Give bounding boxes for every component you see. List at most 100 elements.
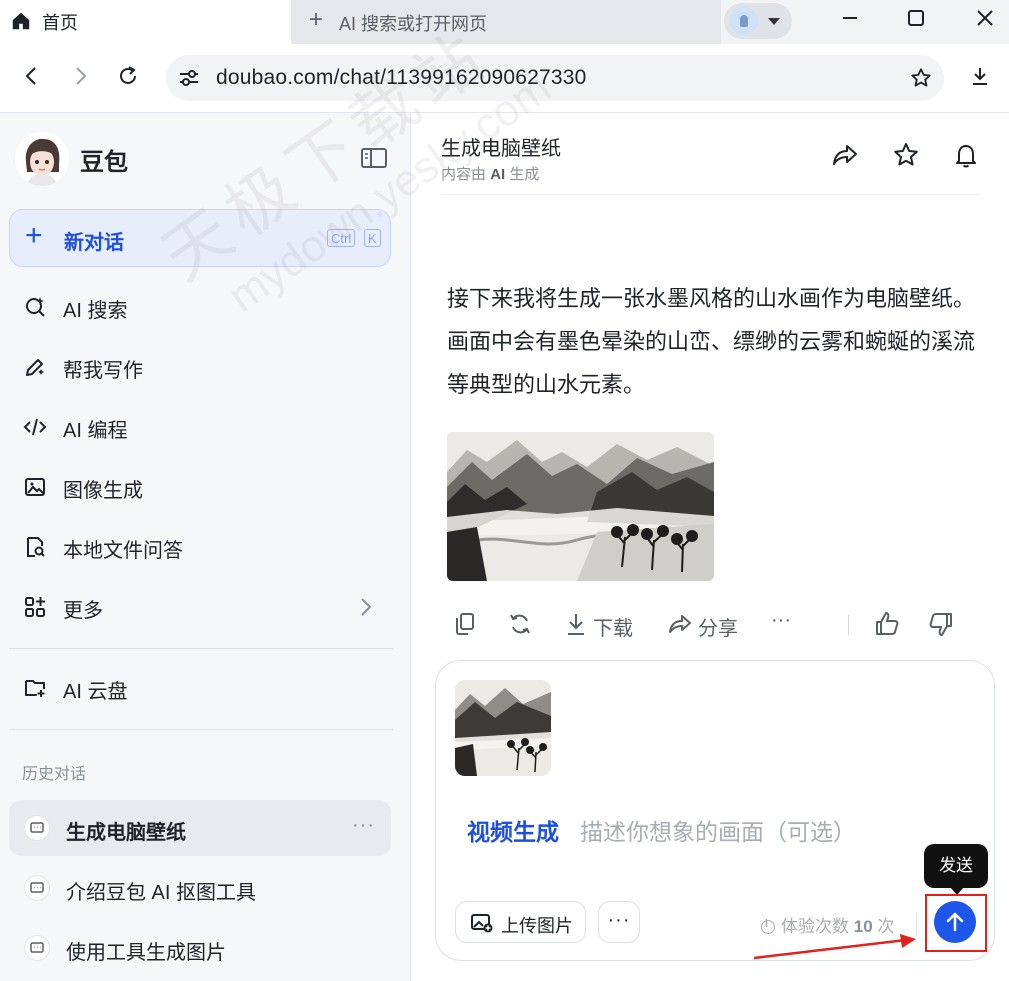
history-item[interactable]: 介绍豆包 AI 抠图工具 — [9, 860, 391, 916]
shortcut-key-k: K — [364, 229, 381, 247]
sidebar-item-ai-coding[interactable]: AI 编程 — [9, 403, 391, 451]
shortcut-key-ctrl: Ctrl — [327, 229, 356, 247]
history-item-label: 使用工具生成图片 — [66, 942, 226, 964]
star-favorite-icon[interactable] — [892, 141, 920, 169]
site-settings-icon[interactable] — [178, 67, 200, 89]
sidebar-item-image-gen[interactable]: 图像生成 — [9, 463, 391, 511]
divider — [9, 729, 393, 730]
download-button[interactable]: 下载 — [565, 609, 641, 640]
sidebar-item-label: AI 编程 — [63, 420, 128, 442]
chat-title: 生成电脑壁纸 — [441, 138, 561, 160]
share-icon — [669, 615, 691, 633]
back-icon[interactable] — [20, 64, 44, 88]
attached-image-thumbnail[interactable] — [455, 680, 551, 776]
message-actions: 下载 分享 ··· — [441, 609, 1001, 640]
sidebar: 豆包 + 新对话 Ctrl K AI 搜索 帮我写作 AI 编程 图像生成 本地… — [0, 113, 411, 981]
close-icon[interactable] — [952, 0, 1009, 40]
forward-icon[interactable] — [68, 64, 92, 88]
sidebar-item-ai-search[interactable]: AI 搜索 — [9, 283, 391, 331]
chevron-right-icon — [361, 598, 372, 616]
prompt-input[interactable]: 描述你想象的画面（可选） — [580, 813, 856, 847]
download-icon — [568, 614, 584, 635]
new-chat-button[interactable]: + 新对话 Ctrl K — [9, 209, 391, 267]
sidebar-item-label: 图像生成 — [63, 480, 143, 502]
sidebar-item-label: AI 云盘 — [63, 681, 128, 703]
image-gen-icon — [25, 478, 45, 496]
star-bookmark-icon[interactable] — [910, 67, 932, 89]
url-text: doubao.com/chat/11399162090627330 — [216, 66, 587, 89]
tab-label: 首页 — [42, 13, 78, 33]
browser-tab-home[interactable]: 首页 — [0, 0, 291, 44]
chat-bubble-icon — [24, 935, 50, 961]
sidebar-item-label: AI 搜索 — [63, 300, 128, 322]
new-chat-label: 新对话 — [64, 232, 124, 254]
download-icon[interactable] — [968, 64, 992, 88]
chat-subtitle: 内容由 AI 生成 — [441, 163, 539, 184]
upload-label: 上传图片 — [501, 916, 573, 936]
sidebar-item-label: 更多 — [63, 600, 103, 622]
reload-icon[interactable] — [116, 64, 140, 88]
sidebar-item-file-qa[interactable]: 本地文件问答 — [9, 523, 391, 571]
ai-search-icon — [26, 297, 45, 317]
regenerate-icon[interactable] — [507, 609, 533, 639]
share-button[interactable]: 分享 — [668, 609, 744, 640]
thumbs-down-icon[interactable] — [928, 609, 954, 639]
history-item-label: 生成电脑壁纸 — [66, 822, 186, 844]
subtitle-ai: AI — [490, 166, 506, 183]
sidebar-item-label: 帮我写作 — [63, 360, 143, 382]
bell-icon[interactable] — [952, 141, 980, 169]
chat-bubble-icon — [24, 875, 50, 901]
doubao-logo-icon — [15, 132, 69, 186]
more-options-button[interactable]: ··· — [598, 901, 640, 943]
plus-icon: + — [309, 6, 324, 33]
history-item-label: 介绍豆包 AI 抠图工具 — [66, 882, 257, 904]
share-label: 分享 — [698, 618, 738, 640]
thumbs-up-icon[interactable] — [874, 609, 900, 639]
more-actions-icon[interactable]: ··· — [771, 609, 791, 639]
apps-icon — [25, 597, 45, 617]
share-icon[interactable] — [831, 141, 859, 169]
avatar-icon — [730, 7, 758, 35]
ink-landscape-thumbnail — [455, 680, 551, 776]
pen-icon — [26, 359, 44, 376]
send-tooltip: 发送 — [924, 844, 988, 895]
minimize-icon[interactable] — [820, 0, 880, 40]
mode-tag-video-gen[interactable]: 视频生成 — [467, 813, 559, 847]
browser-titlebar: 首页 + AI 搜索或打开网页 — [0, 0, 1009, 44]
subtitle-suffix: 生成 — [509, 166, 540, 183]
chat-bubble-icon — [24, 815, 50, 841]
upload-image-button[interactable]: 上传图片 — [455, 901, 586, 943]
header-divider — [441, 194, 981, 195]
plus-icon: + — [25, 219, 43, 252]
home-icon — [12, 12, 30, 30]
cloud-folder-icon — [25, 680, 45, 697]
brand-name: 豆包 — [80, 149, 128, 176]
ink-landscape-picture — [447, 432, 714, 581]
composer: 视频生成 描述你想象的画面（可选） 上传图片 ··· 体验次数 10 次 — [435, 660, 995, 961]
address-bar[interactable]: doubao.com/chat/11399162090627330 — [166, 55, 944, 101]
profile-menu-button[interactable] — [724, 3, 792, 39]
sidebar-toggle-icon[interactable] — [360, 146, 388, 170]
maximize-icon[interactable] — [886, 0, 946, 40]
assistant-message: 接下来我将生成一张水墨风格的山水画作为电脑壁纸。画面中会有墨色晕染的山峦、缥缈的… — [447, 286, 976, 397]
subtitle-prefix: 内容由 — [441, 166, 487, 183]
copy-icon[interactable] — [453, 609, 477, 639]
red-arrow-annotation — [753, 934, 916, 960]
doubao-avatar-logo[interactable] — [15, 132, 69, 186]
image-upload-icon — [471, 914, 493, 933]
generated-landscape-image[interactable] — [447, 432, 714, 581]
sidebar-item-more[interactable]: 更多 — [9, 583, 391, 631]
divider — [848, 615, 849, 635]
sidebar-item-ai-cloud[interactable]: AI 云盘 — [9, 664, 391, 712]
highlight-box — [925, 894, 987, 952]
file-search-icon — [27, 537, 45, 557]
sidebar-item-writing[interactable]: 帮我写作 — [9, 343, 391, 391]
more-options-icon[interactable]: ··· — [352, 814, 375, 837]
download-label: 下载 — [593, 618, 633, 640]
history-item[interactable]: 生成电脑壁纸 ··· — [9, 800, 391, 856]
chat-panel: 生成电脑壁纸 内容由 AI 生成 接下来我将生成一张水墨风格的山水画作为电脑壁纸… — [411, 113, 1009, 981]
new-tab[interactable]: + AI 搜索或打开网页 — [291, 0, 721, 44]
history-heading: 历史对话 — [22, 766, 87, 783]
sidebar-item-label: 本地文件问答 — [63, 540, 183, 562]
history-item[interactable]: 使用工具生成图片 — [9, 920, 391, 976]
